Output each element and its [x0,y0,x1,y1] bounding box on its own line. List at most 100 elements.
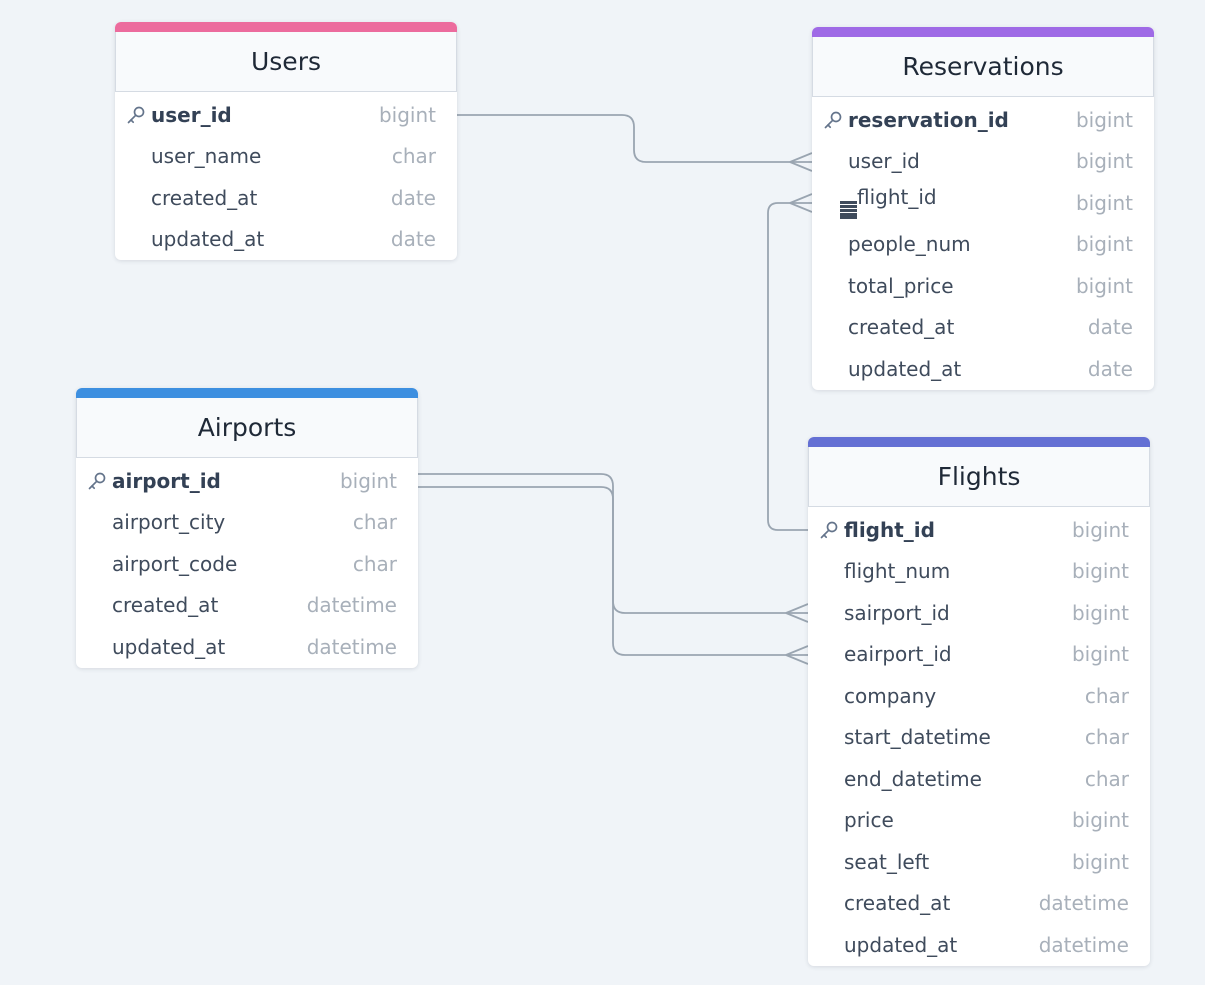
field-name: airport_code [112,551,238,576]
field-row-eairport-id[interactable]: eairport_id bigint [808,634,1150,676]
reservations-table[interactable]: Reservations reservation_id bigint user_id b… [812,27,1154,390]
field-name-text: flight_id [857,185,937,210]
field-row-price[interactable]: price bigint [808,800,1150,842]
field-list: airport_id bigint airport_city char airport_… [76,458,418,668]
field-row-updated-at[interactable]: updated_at datetime [76,626,418,668]
table-accent-bar [115,22,457,32]
field-type: char [1084,725,1129,750]
field-type: date [1087,356,1133,381]
field-type: datetime [1038,891,1129,916]
field-name: seat_left [844,849,930,874]
field-row-user-name[interactable]: user_name char [115,136,457,178]
table-accent-bar [808,437,1150,447]
field-type: char [1084,766,1129,791]
field-type: bigint [1071,600,1129,625]
field-row-company[interactable]: company char [808,675,1150,717]
field-name: updated_at [848,356,962,381]
field-type: bigint [1075,149,1133,174]
field-name: airport_id [112,468,221,493]
field-name: flight_id [844,517,935,542]
connector-airports-flights-end [418,486,808,656]
table-header[interactable]: Flights [808,447,1150,507]
field-name: sairport_id [844,600,950,625]
field-row-start-datetime[interactable]: start_datetime char [808,717,1150,759]
field-name: start_datetime [844,725,991,750]
field-name: flight_id [840,185,1076,220]
table-header[interactable]: Airports [76,398,418,458]
table-accent-bar [812,27,1154,37]
field-row-created-at[interactable]: created_at datetime [76,585,418,627]
field-list: user_id bigint user_name char created_at date… [115,92,457,260]
field-name: created_at [848,315,955,340]
field-type: datetime [1038,932,1129,957]
field-row-user-id[interactable]: user_id bigint [115,94,457,136]
field-row-airport-city[interactable]: airport_city char [76,502,418,544]
field-row-people-num[interactable]: people_num bigint [812,224,1154,266]
field-row-seat-left[interactable]: seat_left bigint [808,841,1150,883]
field-row-flight-id[interactable]: flight_id bigint [808,509,1150,551]
field-type: bigint [1075,190,1133,215]
field-row-updated-at[interactable]: updated_at date [115,219,457,261]
field-type: bigint [378,102,436,127]
field-row-airport-id[interactable]: airport_id bigint [76,460,418,502]
field-list: flight_id bigint flight_num bigint sairport_… [808,507,1150,966]
field-list: reservation_id bigint user_id bigint flight_… [812,97,1154,390]
field-row-total-price[interactable]: total_price bigint [812,265,1154,307]
flights-table[interactable]: Flights flight_id bigint flight_num bigint sa… [808,437,1150,966]
key-icon [818,519,840,541]
field-row-flight-num[interactable]: flight_num bigint [808,551,1150,593]
key-icon [822,109,844,131]
field-type: datetime [306,593,397,618]
field-name: eairport_id [844,642,952,667]
table-header[interactable]: Users [115,32,457,92]
field-row-created-at[interactable]: created_at datetime [808,883,1150,925]
field-type: char [352,510,397,535]
field-row-created-at[interactable]: created_at date [812,307,1154,349]
field-type: date [390,227,436,252]
field-type: bigint [1075,107,1133,132]
key-icon [125,104,147,126]
field-name: created_at [112,593,219,618]
key-icon [86,470,108,492]
field-name: user_name [151,144,262,169]
table-title: Reservations [902,52,1064,81]
field-row-reservation-id[interactable]: reservation_id bigint [812,99,1154,141]
field-name: flight_num [844,559,951,584]
field-row-airport-code[interactable]: airport_code char [76,543,418,585]
field-type: bigint [1071,559,1129,584]
field-type: date [1087,315,1133,340]
field-row-created-at[interactable]: created_at date [115,177,457,219]
field-name: created_at [844,891,951,916]
connector-users-reservations [457,114,812,163]
field-name: company [844,683,937,708]
field-name: price [844,808,894,833]
field-type: date [390,185,436,210]
table-title: Airports [197,413,297,442]
field-type: bigint [1071,642,1129,667]
table-title: Users [250,47,321,76]
field-name: updated_at [844,932,958,957]
field-row-sairport-id[interactable]: sairport_id bigint [808,592,1150,634]
field-name: updated_at [112,634,226,659]
field-type: char [391,144,436,169]
table-accent-bar [76,388,418,398]
field-type: bigint [1075,232,1133,257]
field-row-flight-id[interactable]: flight_id bigint [812,182,1154,224]
field-row-user-id[interactable]: user_id bigint [812,141,1154,183]
field-name: updated_at [151,227,265,252]
field-name: user_id [848,149,920,174]
table-header[interactable]: Reservations [812,37,1154,97]
users-table[interactable]: Users user_id bigint user_name char created_a… [115,22,457,260]
field-type: datetime [306,634,397,659]
field-type: bigint [1071,808,1129,833]
field-row-end-datetime[interactable]: end_datetime char [808,758,1150,800]
field-name: created_at [151,185,258,210]
table-title: Flights [937,462,1021,491]
field-name: end_datetime [844,766,982,791]
airports-table[interactable]: Airports airport_id bigint airport_city char… [76,388,418,668]
field-type: char [1084,683,1129,708]
field-row-updated-at[interactable]: updated_at datetime [808,924,1150,966]
field-name: reservation_id [848,107,1009,132]
field-type: bigint [1075,273,1133,298]
field-row-updated-at[interactable]: updated_at date [812,348,1154,390]
